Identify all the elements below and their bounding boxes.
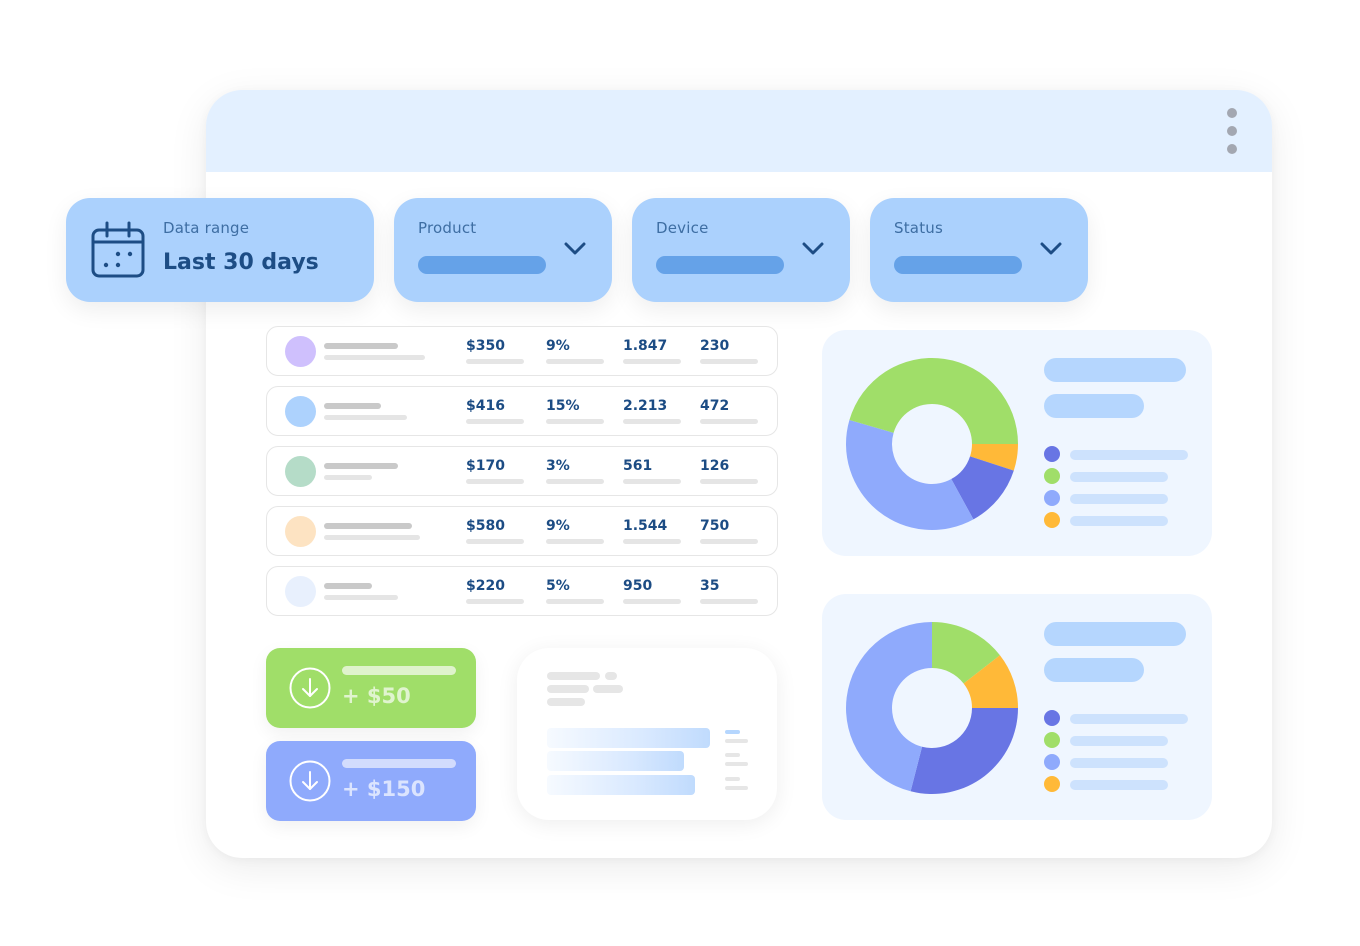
views-value: 1.544 [623, 518, 668, 534]
product-filter-value-placeholder [418, 256, 546, 274]
row-title-placeholder [324, 463, 398, 469]
payment-card-50[interactable]: + $50 [266, 648, 476, 728]
legend-item-green [1044, 732, 1184, 748]
bar-label-placeholder [725, 777, 740, 781]
device-filter-value-placeholder [656, 256, 784, 274]
count-value: 230 [700, 338, 730, 354]
chevron-down-icon [802, 242, 824, 255]
table-row[interactable]: $580 9% 1.544 750 [266, 506, 778, 556]
row-subtitle-placeholder [324, 475, 372, 480]
views-value: 1.847 [623, 338, 668, 354]
table-row[interactable]: $350 9% 1.847 230 [266, 326, 778, 376]
bar-label-placeholder [725, 762, 748, 766]
chart-subtitle-placeholder [1044, 658, 1144, 682]
product-filter-label: Product [418, 219, 477, 237]
legend-item-orange [1044, 512, 1184, 528]
revenue-value: $350 [466, 338, 505, 354]
revenue-value: $220 [466, 578, 505, 594]
count-value: 126 [700, 458, 730, 474]
bar-3 [547, 775, 695, 795]
percent-value: 5% [546, 578, 570, 594]
chart-subtitle-placeholder [1044, 394, 1144, 418]
device-filter-dropdown[interactable]: Device [632, 198, 850, 302]
payment-title-placeholder [342, 759, 456, 768]
avatar [285, 576, 316, 607]
count-value: 472 [700, 398, 730, 414]
legend-item-dark-blue [1044, 446, 1188, 462]
bar-2 [547, 751, 684, 771]
chevron-down-icon [1040, 242, 1062, 255]
bar-label-placeholder [725, 739, 748, 743]
table-row[interactable]: $220 5% 950 35 [266, 566, 778, 616]
percent-value: 15% [546, 398, 580, 414]
avatar [285, 456, 316, 487]
date-range-label: Data range [163, 219, 250, 237]
legend-item-green [1044, 468, 1184, 484]
row-subtitle-placeholder [324, 415, 407, 420]
views-value: 2.213 [623, 398, 668, 414]
donut-chart-card-2 [822, 594, 1212, 820]
views-value: 561 [623, 458, 653, 474]
views-value: 950 [623, 578, 653, 594]
legend-item-dark-blue [1044, 710, 1188, 726]
status-filter-label: Status [894, 219, 943, 237]
window-titlebar [206, 90, 1272, 172]
donut-chart-card-1 [822, 330, 1212, 556]
text-placeholder [605, 672, 617, 680]
payment-amount: + $50 [342, 684, 411, 708]
status-filter-value-placeholder [894, 256, 1022, 274]
donut-slice-light-blue [846, 420, 974, 530]
avatar [285, 516, 316, 547]
payment-title-placeholder [342, 666, 456, 675]
payment-amount: + $150 [342, 777, 426, 801]
avatar [285, 336, 316, 367]
donut-chart-2 [846, 622, 1018, 794]
count-value: 35 [700, 578, 720, 594]
arrow-down-circle-icon [289, 760, 331, 802]
more-vertical-icon[interactable] [1224, 108, 1240, 154]
donut-slice-dark-blue [910, 708, 1018, 794]
donut-chart-1 [846, 358, 1018, 530]
revenue-value: $416 [466, 398, 505, 414]
date-range-value: Last 30 days [163, 250, 319, 275]
text-placeholder [547, 672, 600, 680]
bar-label-placeholder [725, 786, 748, 790]
device-filter-label: Device [656, 219, 709, 237]
bar-1 [547, 728, 710, 748]
row-title-placeholder [324, 523, 412, 529]
bar-label-placeholder [725, 753, 740, 757]
text-placeholder [547, 685, 589, 693]
chart-title-placeholder [1044, 622, 1186, 646]
legend-item-light-blue [1044, 754, 1184, 770]
chart-title-placeholder [1044, 358, 1186, 382]
status-filter-dropdown[interactable]: Status [870, 198, 1088, 302]
text-placeholder [547, 698, 585, 706]
percent-value: 9% [546, 518, 570, 534]
arrow-down-circle-icon [289, 667, 331, 709]
legend-item-orange [1044, 776, 1184, 792]
row-subtitle-placeholder [324, 355, 425, 360]
percent-value: 3% [546, 458, 570, 474]
text-placeholder [593, 685, 623, 693]
product-filter-dropdown[interactable]: Product [394, 198, 612, 302]
revenue-value: $170 [466, 458, 505, 474]
legend-item-light-blue [1044, 490, 1184, 506]
summary-bar-card [517, 648, 777, 820]
payment-card-150[interactable]: + $150 [266, 741, 476, 821]
row-title-placeholder [324, 343, 398, 349]
percent-value: 9% [546, 338, 570, 354]
table-row[interactable]: $416 15% 2.213 472 [266, 386, 778, 436]
row-title-placeholder [324, 583, 372, 589]
table-row[interactable]: $170 3% 561 126 [266, 446, 778, 496]
chevron-down-icon [564, 242, 586, 255]
row-subtitle-placeholder [324, 535, 420, 540]
calendar-icon [91, 221, 145, 278]
avatar [285, 396, 316, 427]
row-title-placeholder [324, 403, 381, 409]
revenue-value: $580 [466, 518, 505, 534]
date-range-filter[interactable]: Data range Last 30 days [66, 198, 374, 302]
count-value: 750 [700, 518, 730, 534]
bar-label-placeholder [725, 730, 740, 734]
row-subtitle-placeholder [324, 595, 398, 600]
